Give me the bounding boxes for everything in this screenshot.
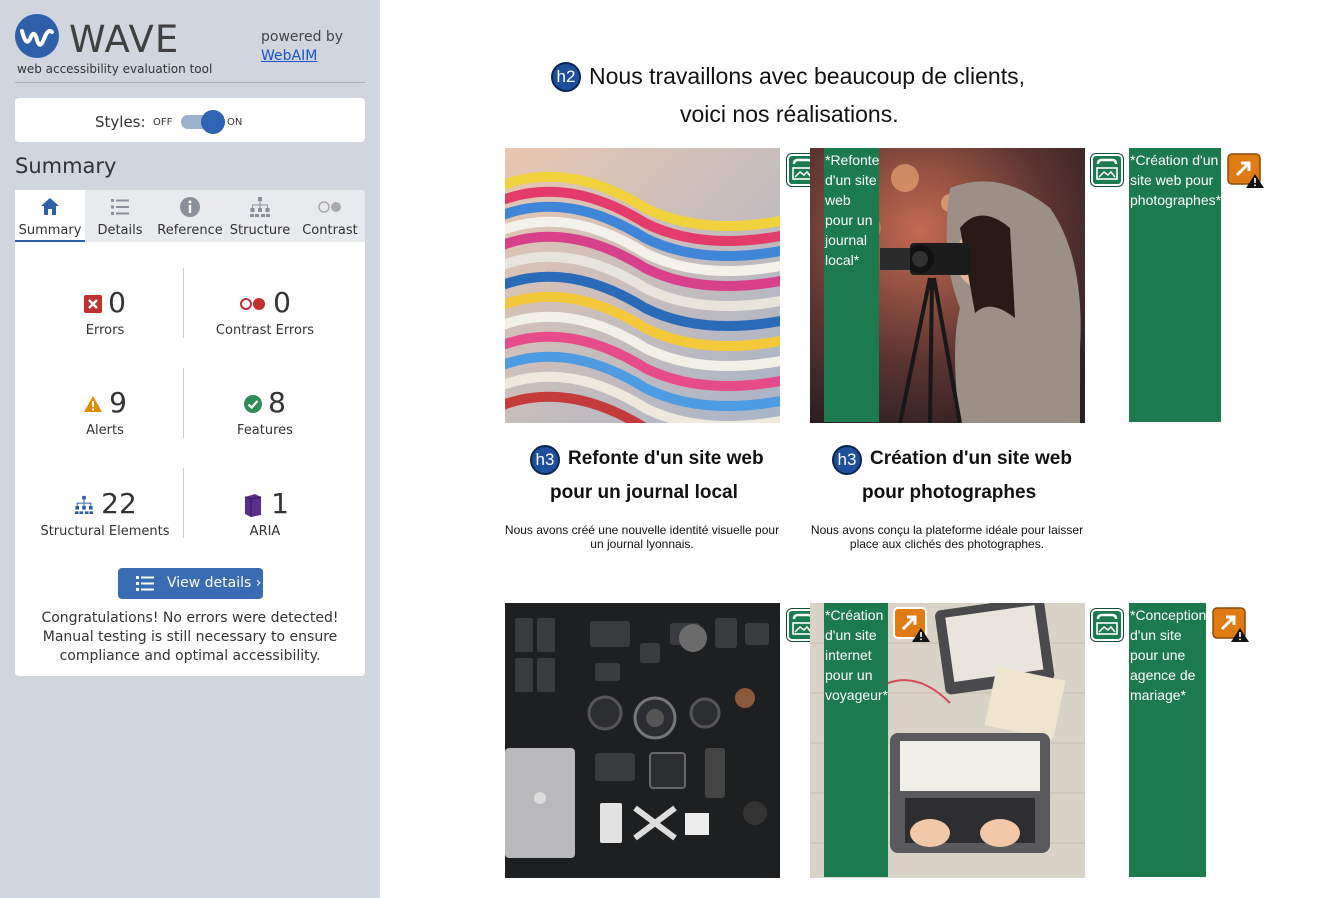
contrast-errors-label: Contrast Errors — [215, 323, 315, 338]
stat-structural[interactable]: 22 Structural Elements — [25, 487, 185, 539]
styles-off-label: OFF — [153, 117, 173, 128]
tab-label: Reference — [157, 223, 223, 238]
alerts-count: 9 — [109, 386, 127, 419]
redundant-link-alert-icon[interactable] — [1227, 153, 1265, 189]
tab-structure[interactable]: Structure — [225, 190, 295, 242]
alt-text: *Conception d'un site pour une agence de… — [1130, 607, 1207, 703]
list-icon — [111, 199, 129, 215]
section-heading-line1: Nous travaillons avec beaucoup de client… — [589, 63, 1025, 89]
aria-label: ARIA — [249, 524, 281, 539]
tab-label: Details — [97, 223, 143, 238]
divider — [15, 82, 365, 83]
divider — [183, 268, 184, 338]
project-title: Refonte d'un site web — [568, 448, 764, 469]
errors-label: Errors — [85, 323, 125, 338]
project-image-camera-gear — [505, 603, 780, 878]
wave-tagline: web accessibility evaluation tool — [17, 62, 213, 76]
h3-badge[interactable]: h3 — [530, 445, 560, 475]
wave-logo-text: WAVE — [69, 18, 180, 61]
h2-badge[interactable]: h2 — [551, 62, 581, 92]
home-icon — [41, 198, 59, 215]
styles-toggle[interactable] — [181, 110, 225, 134]
tab-summary[interactable]: Summary — [15, 190, 85, 242]
features-count: 8 — [268, 386, 286, 419]
wave-logo-icon — [15, 14, 59, 58]
styles-label: Styles: — [95, 113, 146, 131]
errors-count: 0 — [108, 286, 126, 319]
alt-text: *Création d'un site web pour photographe… — [1130, 152, 1222, 208]
sitemap-icon — [250, 197, 270, 217]
summary-panel: Summary Details Reference Structure Cont… — [15, 190, 365, 676]
divider — [183, 368, 184, 438]
view-details-button[interactable]: View details › — [118, 568, 263, 599]
alt-text: *Refonte d'un site web pour un journal l… — [825, 152, 880, 268]
redundant-link-alert-icon[interactable] — [1212, 607, 1250, 643]
divider — [183, 468, 184, 538]
aria-icon — [244, 494, 262, 517]
styles-toggle-box: Styles: OFF ON — [15, 98, 365, 142]
redundant-link-alert-icon[interactable] — [893, 607, 931, 643]
stat-contrast-errors[interactable]: 0 Contrast Errors — [185, 286, 345, 338]
tab-details[interactable]: Details — [85, 190, 155, 242]
info-icon — [180, 197, 200, 217]
alt-text-overlay: *Conception d'un site pour une agence de… — [1129, 603, 1206, 877]
tab-label: Structure — [229, 223, 291, 238]
contrast-errors-count: 0 — [273, 286, 291, 319]
stat-features[interactable]: 8 Features — [185, 386, 345, 438]
list-icon — [136, 576, 154, 591]
stat-aria[interactable]: 1 ARIA — [185, 487, 345, 539]
check-icon — [244, 395, 263, 413]
stat-errors[interactable]: 0 Errors — [25, 286, 185, 338]
powered-by-text: powered by — [261, 29, 344, 45]
h3-badge[interactable]: h3 — [832, 445, 862, 475]
stat-alerts[interactable]: 9 Alerts — [25, 386, 185, 438]
link-feature-icon[interactable] — [1091, 609, 1123, 641]
project-title: pour un journal local — [550, 482, 738, 503]
webaim-link[interactable]: WebAIM — [261, 48, 317, 64]
alert-icon — [84, 396, 103, 412]
tab-bar: Summary Details Reference Structure Cont… — [15, 190, 365, 242]
contrast-error-icon — [240, 298, 266, 310]
aria-count: 1 — [271, 487, 289, 520]
structural-count: 22 — [101, 487, 137, 520]
styles-on-label: ON — [227, 117, 243, 128]
project-description: Nous avons conçu la plateforme idéale po… — [810, 523, 1084, 551]
project-description: Nous avons créé une nouvelle identité vi… — [504, 523, 780, 551]
error-icon — [84, 295, 103, 313]
contrast-icon — [318, 201, 341, 213]
sitemap-icon — [75, 495, 94, 515]
alt-text: *Création d'un site internet pour un voy… — [825, 607, 889, 703]
link-feature-icon[interactable] — [1091, 154, 1123, 186]
toggle-knob[interactable] — [201, 110, 225, 134]
features-label: Features — [237, 423, 293, 438]
powered-by: powered by WebAIM — [261, 28, 343, 66]
project-title: Création d'un site web — [870, 448, 1072, 469]
tab-label: Contrast — [302, 223, 358, 238]
tab-contrast[interactable]: Contrast — [295, 190, 365, 242]
tab-reference[interactable]: Reference — [155, 190, 225, 242]
project-image-magazines — [505, 148, 780, 423]
view-details-label: View details › — [167, 575, 262, 591]
alt-text-overlay: *Refonte d'un site web pour un journal l… — [824, 148, 879, 422]
section-heading-line2: voici nos réalisations. — [680, 101, 899, 127]
structural-label: Structural Elements — [40, 524, 170, 539]
tab-label: Summary — [18, 223, 82, 238]
alt-text-overlay: *Création d'un site internet pour un voy… — [824, 603, 888, 877]
summary-heading: Summary — [15, 154, 117, 178]
wave-sidebar: WAVE web accessibility evaluation tool p… — [0, 0, 380, 898]
congrats-message: Congratulations! No errors were detected… — [41, 610, 339, 664]
alt-text-overlay: *Création d'un site web pour photographe… — [1129, 148, 1221, 422]
project-title: pour photographes — [862, 482, 1037, 503]
alerts-label: Alerts — [86, 423, 124, 438]
